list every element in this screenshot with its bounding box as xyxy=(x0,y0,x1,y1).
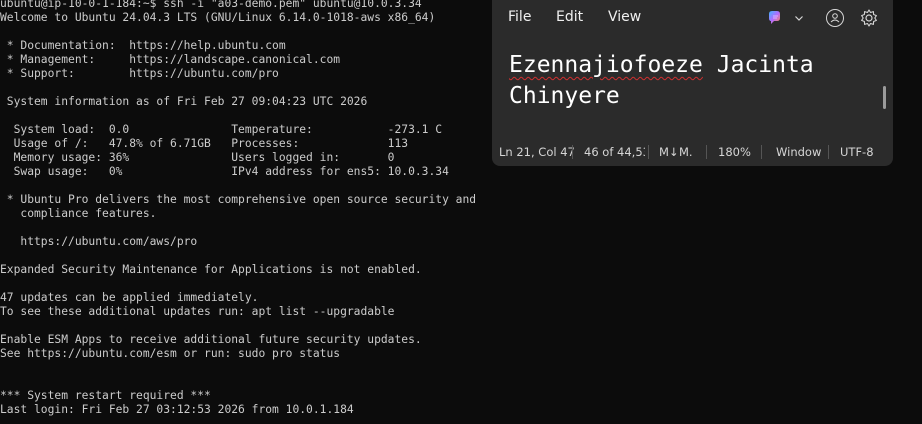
text-line1-rest: Jacinta xyxy=(702,52,814,78)
terminal-line: *** System restart required *** xyxy=(0,389,211,402)
markdown-icon[interactable]: M↓ xyxy=(659,145,679,159)
terminal-line: System load: 0.0 Temperature: -273.1 C xyxy=(0,123,443,136)
terminal-line: Memory usage: 36% Users logged in: 0 xyxy=(0,151,395,164)
terminal-line: * Support: https://ubuntu.com/pro xyxy=(0,67,279,80)
terminal-line: See https://ubuntu.com/esm or run: sudo … xyxy=(0,347,341,360)
terminal-line: 47 updates can be applied immediately. xyxy=(0,291,259,304)
chevron-down-icon xyxy=(795,16,803,21)
line-ending[interactable]: Window xyxy=(776,145,821,159)
gear-icon xyxy=(861,9,877,27)
terminal-line: ubuntu@ip-10-0-1-184:~$ ssh -i "a03-demo… xyxy=(0,0,422,10)
terminal-line: Usage of /: 47.8% of 6.71GB Processes: 1… xyxy=(0,137,409,150)
character-count: 46 of 44,53 xyxy=(584,145,645,159)
text-line2: Chinyere xyxy=(509,83,620,109)
status-divider xyxy=(648,145,649,159)
status-bar: Ln 21, Col 47 46 of 44,53 M↓ M. 180% Win… xyxy=(492,138,893,166)
menu-view[interactable]: View xyxy=(608,9,641,25)
terminal-line: * Documentation: https://help.ubuntu.com xyxy=(0,39,286,52)
terminal-line: To see these additional updates run: apt… xyxy=(0,305,395,318)
vertical-scrollbar[interactable] xyxy=(883,86,886,109)
notepad-window: File Edit View Ezennajiofoeze Jacinta Ch… xyxy=(492,0,893,166)
terminal-line: Enable ESM Apps to receive additional fu… xyxy=(0,333,422,346)
format-label[interactable]: M. xyxy=(679,145,693,159)
terminal-line: https://ubuntu.com/aws/pro xyxy=(0,235,198,248)
terminal-line: Expanded Security Maintenance for Applic… xyxy=(0,263,422,276)
settings-button[interactable] xyxy=(858,7,880,29)
terminal-line: Welcome to Ubuntu 24.04.3 LTS (GNU/Linux… xyxy=(0,11,436,24)
editor-area[interactable]: Ezennajiofoeze Jacinta Chinyere xyxy=(492,36,893,136)
status-divider xyxy=(828,145,829,159)
account-icon xyxy=(826,9,844,27)
menu-edit[interactable]: Edit xyxy=(556,9,583,25)
encoding[interactable]: UTF-8 xyxy=(840,145,874,159)
document-text: Ezennajiofoeze Jacinta Chinyere xyxy=(509,50,814,112)
status-divider xyxy=(761,145,762,159)
copilot-button[interactable] xyxy=(767,9,807,27)
terminal-line: Swap usage: 0% IPv4 address for ens5: 10… xyxy=(0,165,449,178)
status-divider xyxy=(706,145,707,159)
account-button[interactable] xyxy=(824,7,846,29)
terminal-line: compliance features. xyxy=(0,207,157,220)
cursor-position: Ln 21, Col 47 xyxy=(499,145,575,159)
terminal-line: * Management: https://landscape.canonica… xyxy=(0,53,341,66)
terminal-line: * Ubuntu Pro delivers the most comprehen… xyxy=(0,193,477,206)
status-divider xyxy=(572,145,573,159)
menu-bar: File Edit View xyxy=(492,0,893,36)
menu-file[interactable]: File xyxy=(508,9,531,25)
zoom-level[interactable]: 180% xyxy=(718,145,751,159)
terminal-line: System information as of Fri Feb 27 09:0… xyxy=(0,95,368,108)
misspelled-word: Ezennajiofoeze xyxy=(509,52,703,78)
terminal-line: Last login: Fri Feb 27 03:12:53 2026 fro… xyxy=(0,403,354,416)
